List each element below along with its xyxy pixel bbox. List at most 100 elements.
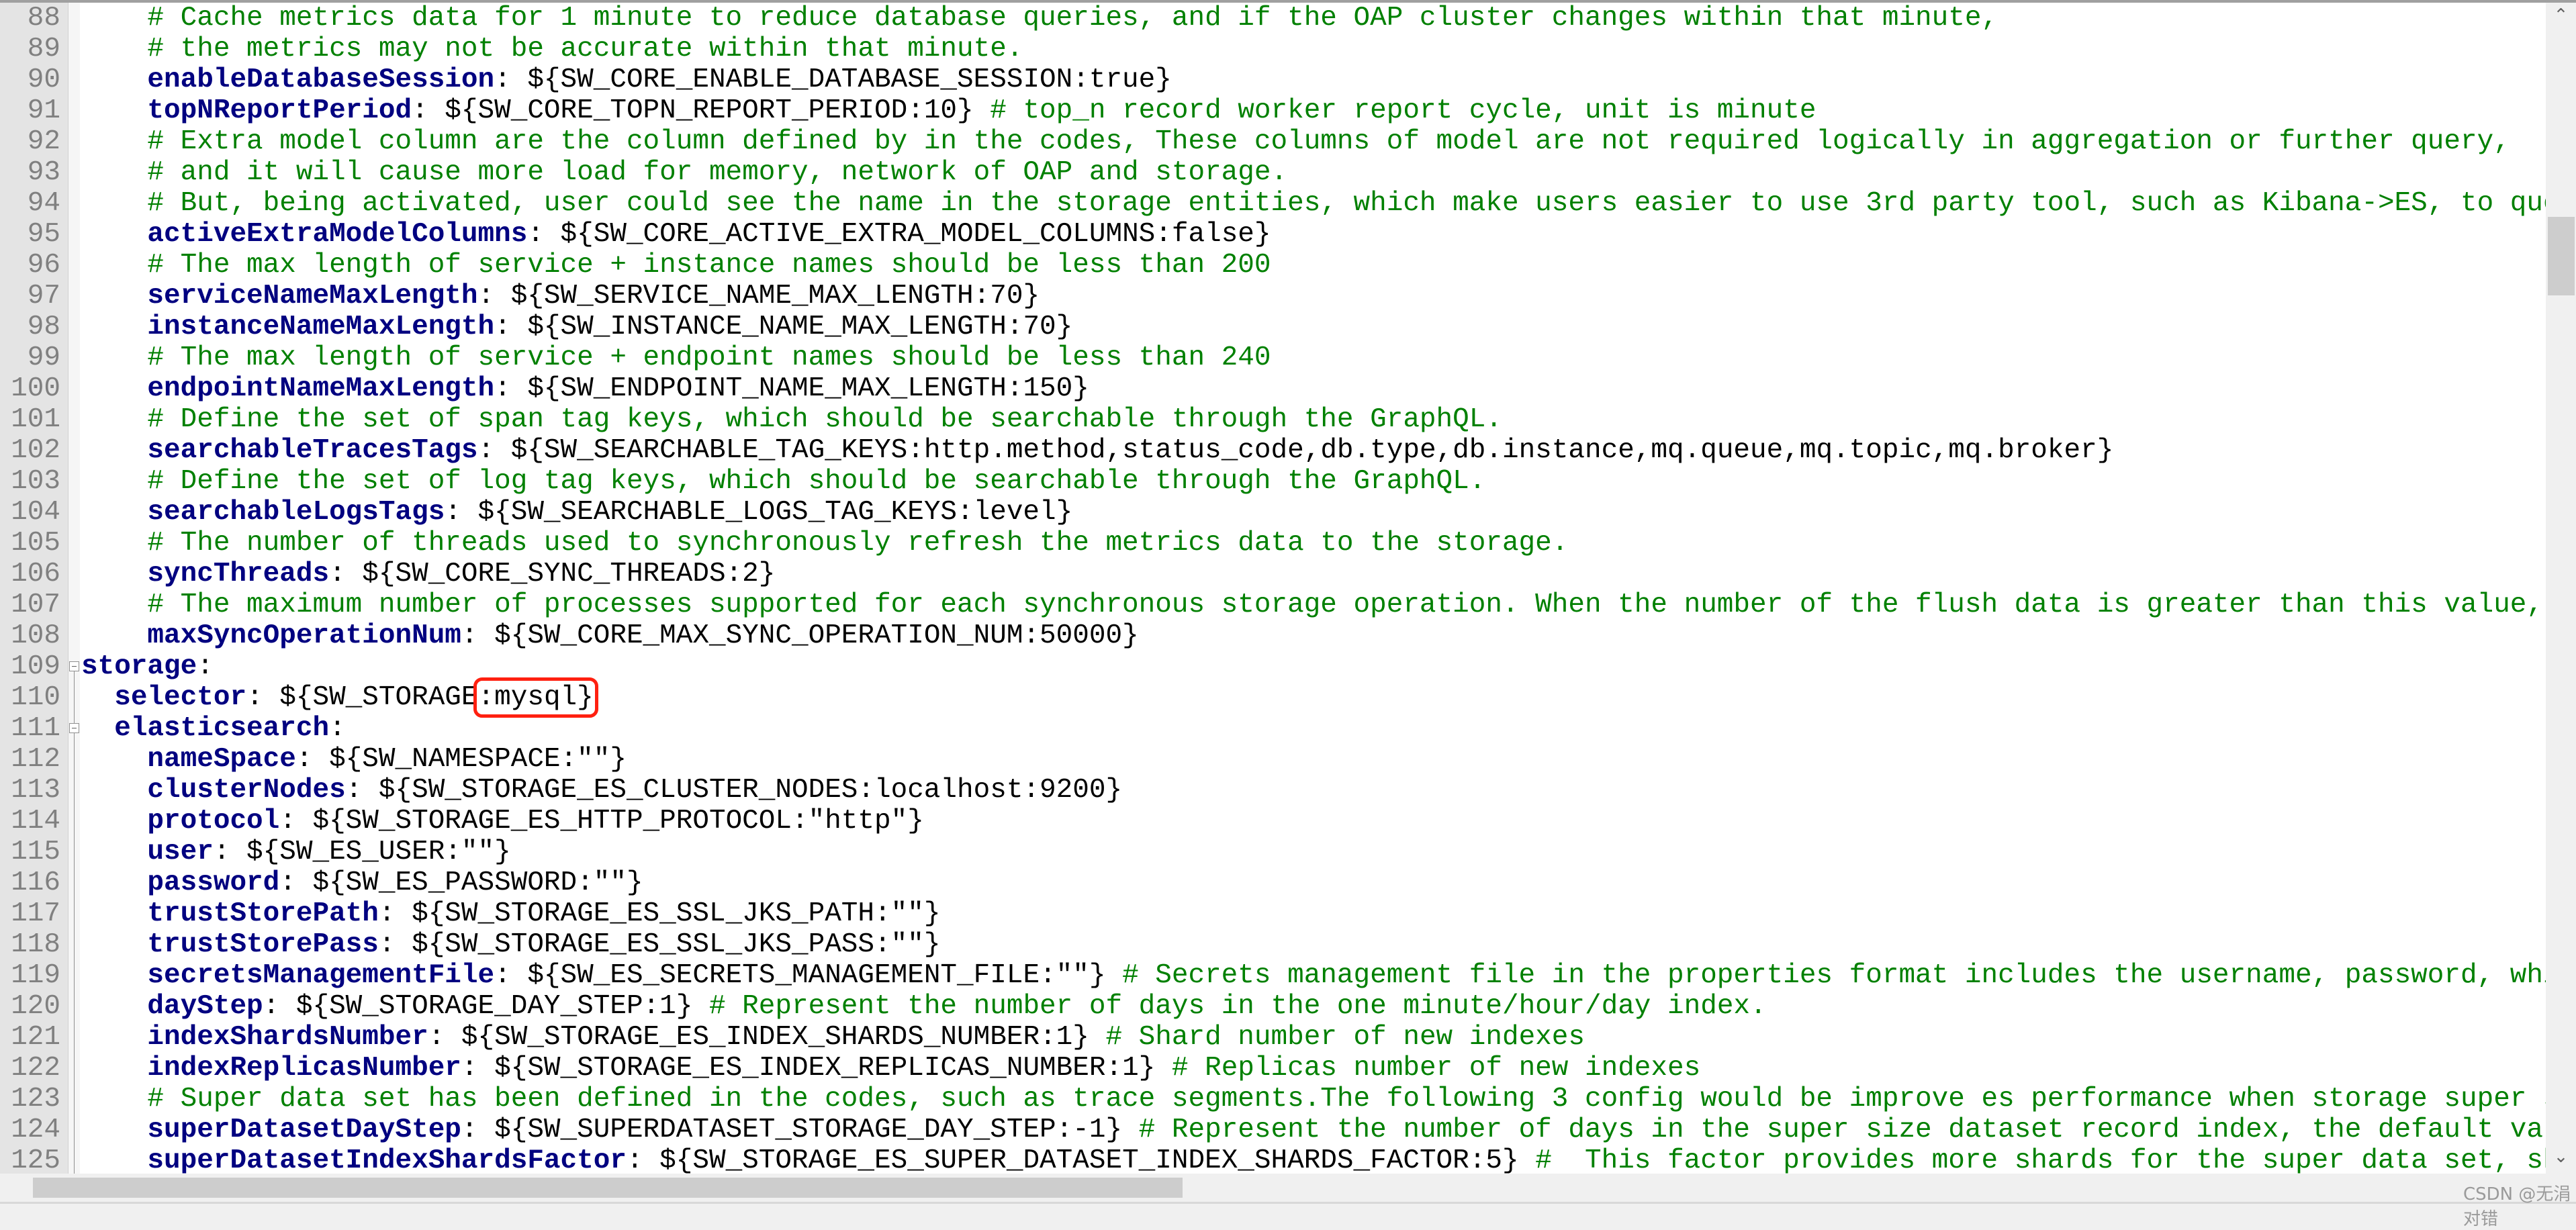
yaml-comment: # The number of threads used to synchron… xyxy=(147,528,1569,559)
code-line[interactable]: 100 endpointNameMaxLength: ${SW_ENDPOINT… xyxy=(0,373,2546,404)
code-line[interactable]: 118 trustStorePass: ${SW_STORAGE_ES_SSL_… xyxy=(0,929,2546,960)
yaml-value: : xyxy=(197,651,214,682)
vertical-scrollbar[interactable]: ⌃ ⌄ xyxy=(2546,3,2576,1174)
code-line[interactable]: 102 searchableTracesTags: ${SW_SEARCHABL… xyxy=(0,435,2546,466)
yaml-value: : ${SW_STORAGE_DAY_STEP:1} xyxy=(263,991,709,1022)
yaml-key: storage xyxy=(81,651,197,682)
yaml-value: : ${SW_SEARCHABLE_LOGS_TAG_KEYS:level} xyxy=(445,497,1073,528)
code-line[interactable]: 94 # But, being activated, user could se… xyxy=(0,188,2546,219)
line-number: 117 xyxy=(11,898,60,929)
yaml-comment: # the metrics may not be accurate within… xyxy=(147,34,1023,64)
fold-toggle-icon[interactable] xyxy=(69,723,79,733)
code-line[interactable]: 106 syncThreads: ${SW_CORE_SYNC_THREADS:… xyxy=(0,559,2546,589)
code-text: secretsManagementFile: ${SW_ES_SECRETS_M… xyxy=(81,960,2546,991)
line-number: 89 xyxy=(27,34,60,64)
code-line[interactable]: 99 # The max length of service + endpoin… xyxy=(0,342,2546,373)
vertical-scrollbar-thumb[interactable] xyxy=(2548,217,2575,295)
code-line[interactable]: 108 maxSyncOperationNum: ${SW_CORE_MAX_S… xyxy=(0,620,2546,651)
yaml-value: : ${SW_STORAGE_ES_SSL_JKS_PATH:""} xyxy=(378,898,941,929)
chevron-up-icon[interactable]: ⌃ xyxy=(2546,5,2576,26)
code-text: searchableLogsTags: ${SW_SEARCHABLE_LOGS… xyxy=(81,497,1072,528)
code-text: clusterNodes: ${SW_STORAGE_ES_CLUSTER_NO… xyxy=(81,775,1122,806)
yaml-value: : xyxy=(329,713,346,744)
code-line[interactable]: 101 # Define the set of span tag keys, w… xyxy=(0,404,2546,435)
code-line[interactable]: 111 elasticsearch: xyxy=(0,713,2546,744)
horizontal-scrollbar[interactable] xyxy=(0,1174,2546,1202)
line-number: 113 xyxy=(11,775,60,806)
line-number: 110 xyxy=(11,682,60,713)
code-line[interactable]: 97 serviceNameMaxLength: ${SW_SERVICE_NA… xyxy=(0,281,2546,312)
code-line[interactable]: 93 # and it will cause more load for mem… xyxy=(0,157,2546,188)
code-line[interactable]: 112 nameSpace: ${SW_NAMESPACE:""} xyxy=(0,744,2546,775)
yaml-value: : ${SW_STORAGE_ES_CLUSTER_NODES:localhos… xyxy=(345,775,1123,806)
code-text: indexShardsNumber: ${SW_STORAGE_ES_INDEX… xyxy=(81,1022,1585,1053)
code-line[interactable]: 109 storage: xyxy=(0,651,2546,682)
line-number: 115 xyxy=(11,837,60,867)
code-line[interactable]: 113 clusterNodes: ${SW_STORAGE_ES_CLUSTE… xyxy=(0,775,2546,806)
yaml-key: indexReplicasNumber xyxy=(147,1053,461,1084)
line-number: 103 xyxy=(11,466,60,497)
yaml-comment: # Super data set has been defined in the… xyxy=(147,1084,2546,1115)
yaml-value: : ${SW_CORE_ACTIVE_EXTRA_MODEL_COLUMNS:f… xyxy=(527,219,1271,250)
code-line[interactable]: 121 indexShardsNumber: ${SW_STORAGE_ES_I… xyxy=(0,1022,2546,1053)
code-line[interactable]: 125 superDatasetIndexShardsFactor: ${SW_… xyxy=(0,1145,2546,1174)
code-text: selector: ${SW_STORAGE:mysql} xyxy=(81,677,598,718)
yaml-comment: # Define the set of log tag keys, which … xyxy=(147,466,1486,497)
code-line[interactable]: 116 password: ${SW_ES_PASSWORD:""} xyxy=(0,867,2546,898)
yaml-key: trustStorePass xyxy=(147,929,379,960)
code-line[interactable]: 90 enableDatabaseSession: ${SW_CORE_ENAB… xyxy=(0,64,2546,95)
line-number: 92 xyxy=(27,126,60,157)
code-line[interactable]: 115 user: ${SW_ES_USER:""} xyxy=(0,837,2546,867)
yaml-comment: # But, being activated, user could see t… xyxy=(147,188,2546,219)
yaml-key: endpointNameMaxLength xyxy=(147,373,495,404)
code-line[interactable]: 122 indexReplicasNumber: ${SW_STORAGE_ES… xyxy=(0,1053,2546,1084)
code-text: protocol: ${SW_STORAGE_ES_HTTP_PROTOCOL:… xyxy=(81,806,923,837)
code-line[interactable]: 89 # the metrics may not be accurate wit… xyxy=(0,34,2546,64)
code-line[interactable]: 119 secretsManagementFile: ${SW_ES_SECRE… xyxy=(0,960,2546,991)
code-line[interactable]: 92 # Extra model column are the column d… xyxy=(0,126,2546,157)
yaml-key: selector xyxy=(114,682,247,713)
yaml-value: : ${SW_STORAGE_ES_SUPER_DATASET_INDEX_SH… xyxy=(626,1145,1536,1174)
code-text: searchableTracesTags: ${SW_SEARCHABLE_TA… xyxy=(81,435,2113,466)
code-line[interactable]: 96 # The max length of service + instanc… xyxy=(0,250,2546,281)
code-line[interactable]: 114 protocol: ${SW_STORAGE_ES_HTTP_PROTO… xyxy=(0,806,2546,837)
code-line[interactable]: 107 # The maximum number of processes su… xyxy=(0,589,2546,620)
code-line[interactable]: 117 trustStorePath: ${SW_STORAGE_ES_SSL_… xyxy=(0,898,2546,929)
yaml-value: : ${SW_ES_SECRETS_MANAGEMENT_FILE:""} xyxy=(494,960,1123,991)
code-line[interactable]: 105 # The number of threads used to sync… xyxy=(0,528,2546,559)
code-text: superDatasetDayStep: ${SW_SUPERDATASET_S… xyxy=(81,1115,2546,1145)
code-line[interactable]: 103 # Define the set of log tag keys, wh… xyxy=(0,466,2546,497)
yaml-comment: # Secrets management file in the propert… xyxy=(1122,960,2546,991)
code-text: endpointNameMaxLength: ${SW_ENDPOINT_NAM… xyxy=(81,373,1089,404)
yaml-comment: # Shard number of new indexes xyxy=(1105,1022,1585,1053)
code-line[interactable]: 110 selector: ${SW_STORAGE:mysql} xyxy=(0,677,2546,718)
code-line[interactable]: 120 dayStep: ${SW_STORAGE_DAY_STEP:1} # … xyxy=(0,991,2546,1022)
code-line[interactable]: 95 activeExtraModelColumns: ${SW_CORE_AC… xyxy=(0,219,2546,250)
line-number: 106 xyxy=(11,559,60,589)
yaml-comment: # Define the set of span tag keys, which… xyxy=(147,404,1502,435)
fold-toggle-icon[interactable] xyxy=(69,661,79,671)
code-line[interactable]: 124 superDatasetDayStep: ${SW_SUPERDATAS… xyxy=(0,1115,2546,1145)
yaml-key: trustStorePath xyxy=(147,898,379,929)
yaml-comment: # The maximum number of processes suppor… xyxy=(147,589,2546,620)
line-number: 100 xyxy=(11,373,60,404)
code-line[interactable]: 104 searchableLogsTags: ${SW_SEARCHABLE_… xyxy=(0,497,2546,528)
horizontal-scrollbar-thumb[interactable] xyxy=(33,1178,1183,1198)
code-line[interactable]: 91 topNReportPeriod: ${SW_CORE_TOPN_REPO… xyxy=(0,95,2546,126)
line-number: 90 xyxy=(27,64,60,95)
code-line[interactable]: 98 instanceNameMaxLength: ${SW_INSTANCE_… xyxy=(0,312,2546,342)
yaml-key: syncThreads xyxy=(147,559,330,589)
code-text: # Cache metrics data for 1 minute to red… xyxy=(81,3,1998,34)
yaml-value: : ${SW_STORAGE xyxy=(246,682,478,713)
code-text: serviceNameMaxLength: ${SW_SERVICE_NAME_… xyxy=(81,281,1040,312)
chevron-down-icon[interactable]: ⌄ xyxy=(2546,1147,2576,1167)
yaml-key: secretsManagementFile xyxy=(147,960,495,991)
yaml-value: : ${SW_NAMESPACE:""} xyxy=(295,744,627,775)
yaml-value: : ${SW_STORAGE_ES_INDEX_SHARDS_NUMBER:1} xyxy=(428,1022,1106,1053)
code-editor[interactable]: 88 # Cache metrics data for 1 minute to … xyxy=(0,3,2546,1174)
line-number: 95 xyxy=(27,219,60,250)
code-line[interactable]: 123 # Super data set has been defined in… xyxy=(0,1084,2546,1115)
yaml-comment: # The max length of service + endpoint n… xyxy=(147,342,1271,373)
code-line[interactable]: 88 # Cache metrics data for 1 minute to … xyxy=(0,3,2546,34)
yaml-value: : ${SW_CORE_ENABLE_DATABASE_SESSION:true… xyxy=(494,64,1172,95)
